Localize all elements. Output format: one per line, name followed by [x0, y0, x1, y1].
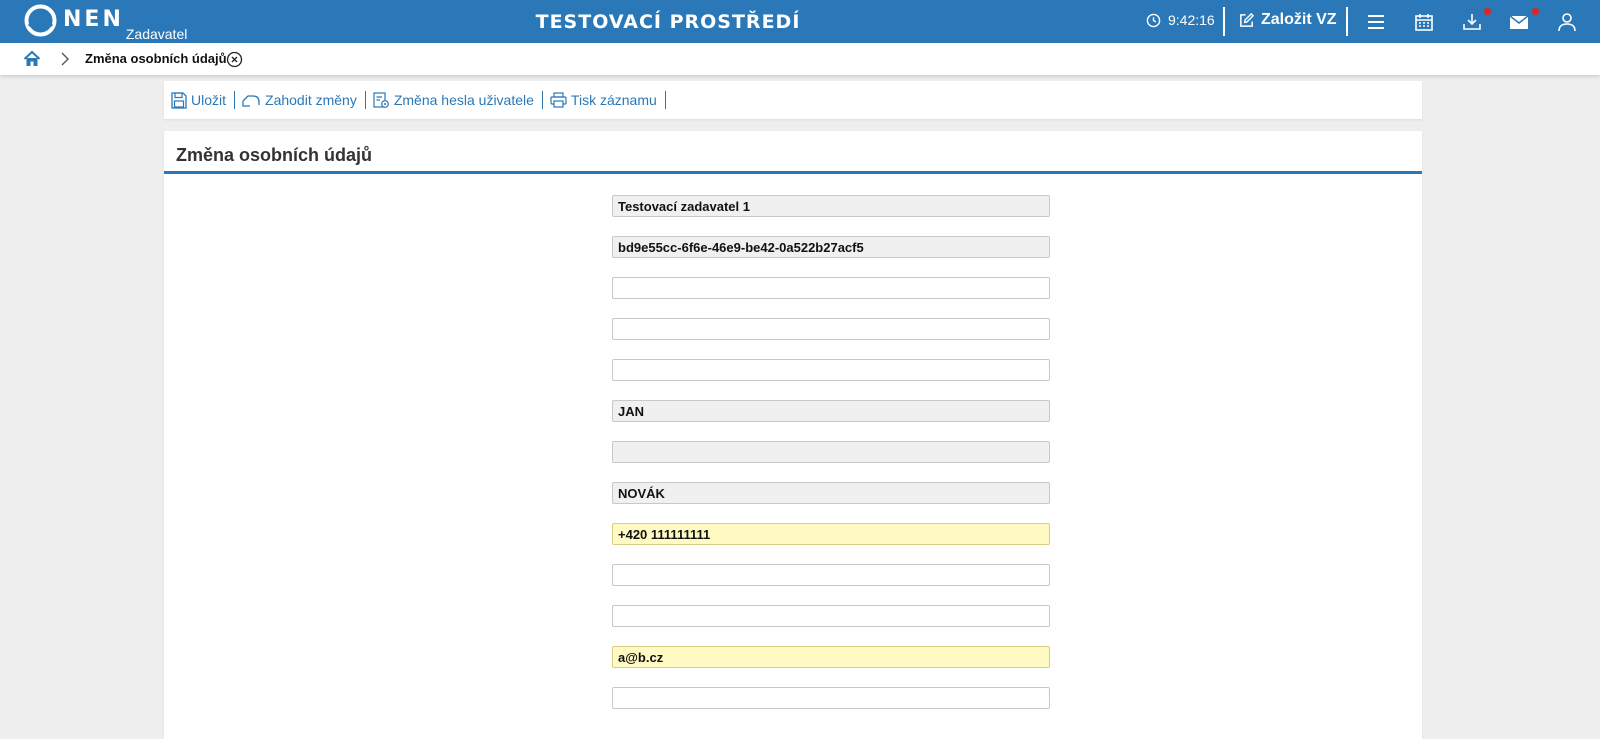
personal-data-form: Změna osobních údajů Organizace:Testovac… — [164, 131, 1422, 739]
discard-changes-button[interactable]: Zahodit změny — [242, 92, 357, 108]
save-icon — [171, 91, 187, 109]
form-row: Organizace:Testovací zadavatel 1 — [164, 195, 1422, 217]
work-phone-field[interactable]: +420 111111111 — [612, 523, 1050, 545]
form-title: Změna osobních údajů — [176, 145, 373, 165]
create-vz-label: Založit VZ — [1261, 11, 1337, 28]
download-icon[interactable] — [1461, 11, 1483, 33]
personal-number-field[interactable] — [612, 359, 1050, 381]
change-password-label: Změna hesla uživatele — [393, 92, 534, 108]
toolbar-divider — [664, 91, 666, 109]
title-after-field[interactable] — [612, 318, 1050, 340]
chevron-right-icon — [61, 52, 69, 66]
form-row: *Telefon - zaměstnání:+420 111111111 — [164, 523, 1422, 545]
print-icon — [550, 92, 567, 108]
calendar-icon[interactable] — [1413, 11, 1435, 33]
header-divider — [1223, 7, 1225, 36]
print-record-button[interactable]: Tisk záznamu — [550, 92, 657, 108]
action-toolbar: Uložit Zahodit změny Změna hesla uživate… — [164, 81, 1422, 119]
mail-badge — [1532, 8, 1539, 15]
user-icon[interactable] — [1556, 11, 1578, 33]
breadcrumb: Změna osobních údajů — [0, 43, 1600, 75]
nipez-identity-field: bd9e55cc-6f6e-46e9-be42-0a522b27acf5 — [612, 236, 1050, 258]
top-bar: NEN Zadavatel TESTOVACÍ PROSTŘEDÍ 9:42:1… — [0, 0, 1600, 43]
toolbar-divider — [364, 91, 366, 109]
toolbar-divider — [234, 91, 236, 109]
form-row: Osobní číslo: — [164, 359, 1422, 381]
close-circle-icon[interactable] — [226, 51, 243, 68]
environment-title: TESTOVACÍ PROSTŘEDÍ — [535, 11, 801, 33]
form-row: Titul za: — [164, 318, 1422, 340]
form-title-underline — [164, 171, 1422, 174]
form-row: Prostřední jméno: — [164, 441, 1422, 463]
discard-label: Zahodit změny — [265, 92, 357, 108]
download-badge — [1484, 8, 1491, 15]
home-icon[interactable] — [23, 50, 41, 68]
first-name-field: JAN — [612, 400, 1050, 422]
header-divider — [1346, 7, 1348, 36]
organization-field: Testovací zadavatel 1 — [612, 195, 1050, 217]
title-before-field[interactable] — [612, 277, 1050, 299]
last-name-field: NOVÁK — [612, 482, 1050, 504]
edit-icon — [1240, 12, 1255, 27]
breadcrumb-current: Změna osobních údajů — [85, 51, 227, 66]
save-button[interactable]: Uložit — [171, 91, 227, 109]
undo-icon — [242, 95, 260, 107]
fax-field[interactable] — [612, 605, 1050, 627]
form-row: Fax: — [164, 605, 1422, 627]
form-row: Identita NIPEZ:bd9e55cc-6f6e-46e9-be42-0… — [164, 236, 1422, 258]
form-row: Titul před: — [164, 277, 1422, 299]
form-row: *Email:a@b.cz — [164, 646, 1422, 668]
mail-icon[interactable] — [1508, 11, 1530, 33]
form-row: Jméno:JAN — [164, 400, 1422, 422]
form-row: Pracovní pozice: — [164, 687, 1422, 709]
clock-icon — [1146, 13, 1161, 27]
clock-time: 9:42:16 — [1168, 12, 1215, 28]
save-label: Uložit — [191, 92, 227, 108]
job-position-field[interactable] — [612, 687, 1050, 709]
mobile-field[interactable] — [612, 564, 1050, 586]
session-clock: 9:42:16 — [1146, 12, 1215, 28]
print-label: Tisk záznamu — [570, 92, 657, 108]
email-field[interactable]: a@b.cz — [612, 646, 1050, 668]
create-vz-button[interactable]: Založit VZ — [1238, 11, 1337, 29]
form-row: Mobil: — [164, 564, 1422, 586]
toolbar-divider — [541, 91, 543, 109]
form-row: Příjmení:NOVÁK — [164, 482, 1422, 504]
middle-name-field — [612, 441, 1050, 463]
change-password-button[interactable]: Změna hesla uživatele — [373, 91, 534, 109]
menu-icon[interactable] — [1365, 11, 1387, 33]
password-icon — [373, 92, 389, 108]
